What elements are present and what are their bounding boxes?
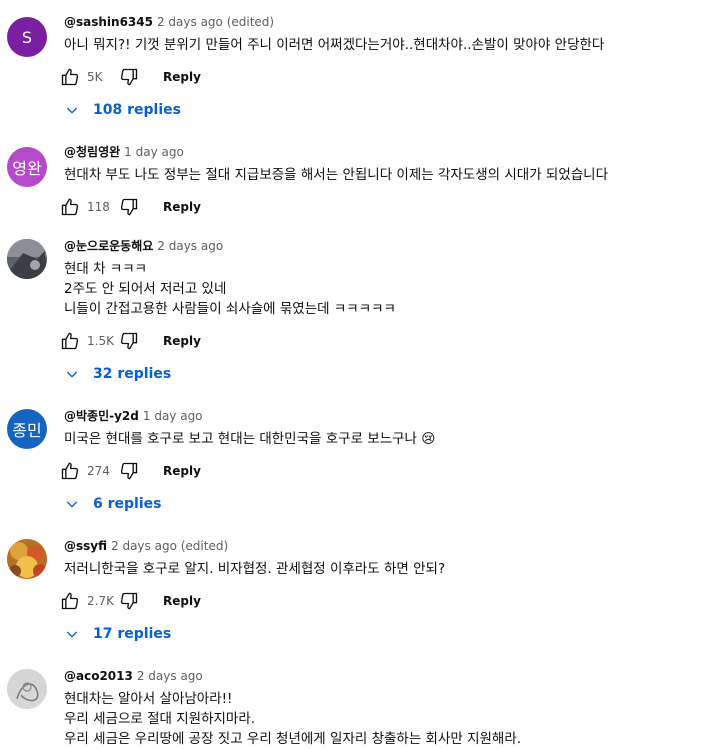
comment-body: @눈으로운동해요 2 days ago 현대 차 ㅋㅋㅋ 2주도 안 되어서 저러…	[64, 237, 711, 319]
thumbs-down-icon	[120, 68, 138, 86]
like-button[interactable]	[58, 459, 82, 483]
comment-line: 우리 세금으로 절대 지원하지마라.	[64, 711, 256, 727]
thumbs-down-icon	[120, 332, 138, 350]
timestamp[interactable]: 2 days ago (edited)	[111, 539, 228, 553]
comment-meta: @aco2013 2 days ago	[64, 667, 711, 685]
comment-body: @청림영완 1 day ago 현대차 부도 나도 정부는 절대 지급보증을 해서…	[64, 143, 711, 185]
comment-line: 현대 차 ㅋㅋㅋ	[64, 261, 148, 277]
like-count: 1.5K	[87, 334, 114, 348]
dislike-button[interactable]	[117, 329, 141, 353]
like-count: 118	[87, 200, 110, 214]
timestamp[interactable]: 1 day ago	[143, 409, 203, 423]
comment-text: 아니 뭐지?! 기껏 분위기 만들어 주니 이러면 어쩌겠다는거야..현대차야.…	[64, 35, 711, 55]
comment-body: @박종민-y2d 1 day ago 미국은 현대를 호구로 보고 현대는 대한민…	[64, 407, 711, 449]
view-replies-button[interactable]: 32 replies	[64, 363, 171, 385]
comment-body: @ssyfi 2 days ago (edited) 저러니한국을 호구로 알지.…	[64, 537, 711, 579]
comment-actions: 274 Reply	[58, 459, 201, 483]
like-count: 5K	[87, 70, 103, 84]
comment-meta: @sashin6345 2 days ago (edited)	[64, 13, 711, 31]
like-button[interactable]	[58, 195, 82, 219]
comment-text: 저러니한국을 호구로 알지. 비자협정. 관세협정 이후라도 하면 안되?	[64, 559, 711, 579]
avatar[interactable]	[7, 239, 47, 279]
comment-actions: 118 Reply	[58, 195, 201, 219]
avatar-photo	[7, 669, 47, 709]
avatar[interactable]: 영완	[7, 147, 47, 187]
reply-button[interactable]: Reply	[163, 70, 201, 84]
comment-line: 현대차 부도 나도 정부는 절대 지급보증을 해서는 안됩니다 이제는 각자도생…	[64, 167, 609, 183]
replies-count: 6 replies	[93, 496, 162, 512]
author-name[interactable]: @ssyfi	[64, 539, 107, 553]
timestamp[interactable]: 2 days ago	[137, 669, 203, 683]
comment-line: 아니 뭐지?! 기껏 분위기 만들어 주니 이러면 어쩌겠다는거야..현대차야.…	[64, 37, 605, 53]
avatar[interactable]: S	[7, 17, 47, 57]
comment-body: @aco2013 2 days ago 현대차는 알아서 살아남아라!! 우리 세…	[64, 667, 711, 749]
author-name[interactable]: @청림영완	[64, 145, 120, 159]
avatar-letter: S	[21, 27, 33, 47]
author-name[interactable]: @박종민-y2d	[64, 409, 139, 423]
comment-text: 현대차는 알아서 살아남아라!! 우리 세금으로 절대 지원하지마라. 우리 세…	[64, 689, 711, 749]
comment-text: 현대차 부도 나도 정부는 절대 지급보증을 해서는 안됩니다 이제는 각자도생…	[64, 165, 711, 185]
author-name[interactable]: @눈으로운동해요	[64, 239, 153, 253]
avatar-photo	[7, 539, 47, 579]
timestamp[interactable]: 2 days ago (edited)	[157, 15, 274, 29]
view-replies-button[interactable]: 6 replies	[64, 493, 161, 515]
thumbs-down-icon	[120, 198, 138, 216]
comment-line: 미국은 현대를 호구로 보고 현대는 대한민국을 호구로 보느구나 😢	[64, 431, 436, 447]
comment-line: 우리 세금은 우리땅에 공장 짓고 우리 청년에게 일자리 창출하는 회사만 지…	[64, 731, 522, 747]
comment-actions: 2.7K Reply	[58, 589, 201, 613]
chevron-down-icon	[66, 501, 78, 508]
thumbs-up-icon	[61, 198, 79, 216]
thumbs-up-icon	[61, 462, 79, 480]
comment-text: 현대 차 ㅋㅋㅋ 2주도 안 되어서 저러고 있네 니들이 간접고용한 사람들이…	[64, 259, 711, 319]
dislike-button[interactable]	[117, 589, 141, 613]
comment-meta: @ssyfi 2 days ago (edited)	[64, 537, 711, 555]
replies-count: 17 replies	[93, 626, 172, 642]
replies-count: 108 replies	[93, 102, 181, 118]
avatar-letter: 영완	[12, 159, 42, 178]
comment-line: 2주도 안 되어서 저러고 있네	[64, 281, 227, 297]
comment-line: 니들이 간접고용한 사람들이 쇠사슬에 묶였는데 ㅋㅋㅋㅋㅋ	[64, 301, 396, 317]
comment-body: @sashin6345 2 days ago (edited) 아니 뭐지?! 기…	[64, 13, 711, 55]
comment-text: 미국은 현대를 호구로 보고 현대는 대한민국을 호구로 보느구나 😢	[64, 429, 711, 449]
like-button[interactable]	[58, 65, 82, 89]
timestamp[interactable]: 2 days ago	[157, 239, 223, 253]
comment-meta: @박종민-y2d 1 day ago	[64, 407, 711, 425]
avatar-letter: 종민	[12, 421, 42, 440]
avatar[interactable]: 종민	[7, 409, 47, 449]
dislike-button[interactable]	[117, 459, 141, 483]
comment-meta: @청림영완 1 day ago	[64, 143, 711, 161]
thumbs-down-icon	[120, 592, 138, 610]
like-count: 274	[87, 464, 110, 478]
thumbs-up-icon	[61, 592, 79, 610]
reply-button[interactable]: Reply	[163, 200, 201, 214]
avatar-photo	[7, 239, 47, 279]
thumbs-down-icon	[120, 462, 138, 480]
timestamp[interactable]: 1 day ago	[124, 145, 184, 159]
like-button[interactable]	[58, 329, 82, 353]
chevron-down-icon	[66, 631, 78, 638]
thumbs-up-icon	[61, 68, 79, 86]
avatar[interactable]	[7, 669, 47, 709]
dislike-button[interactable]	[117, 65, 141, 89]
chevron-down-icon	[66, 107, 78, 114]
reply-button[interactable]: Reply	[163, 464, 201, 478]
author-name[interactable]: @aco2013	[64, 669, 133, 683]
reply-button[interactable]: Reply	[163, 594, 201, 608]
like-count: 2.7K	[87, 594, 114, 608]
comment-line: 현대차는 알아서 살아남아라!!	[64, 691, 233, 707]
reply-button[interactable]: Reply	[163, 334, 201, 348]
avatar[interactable]	[7, 539, 47, 579]
comment-actions: 5K Reply	[58, 65, 201, 89]
thumbs-up-icon	[61, 332, 79, 350]
dislike-button[interactable]	[117, 195, 141, 219]
view-replies-button[interactable]: 108 replies	[64, 99, 181, 121]
like-button[interactable]	[58, 589, 82, 613]
comment-actions: 1.5K Reply	[58, 329, 201, 353]
view-replies-button[interactable]: 17 replies	[64, 623, 171, 645]
chevron-down-icon	[66, 371, 78, 378]
replies-count: 32 replies	[93, 366, 172, 382]
author-name[interactable]: @sashin6345	[64, 15, 153, 29]
comment-meta: @눈으로운동해요 2 days ago	[64, 237, 711, 255]
comment-line: 저러니한국을 호구로 알지. 비자협정. 관세협정 이후라도 하면 안되?	[64, 561, 446, 577]
